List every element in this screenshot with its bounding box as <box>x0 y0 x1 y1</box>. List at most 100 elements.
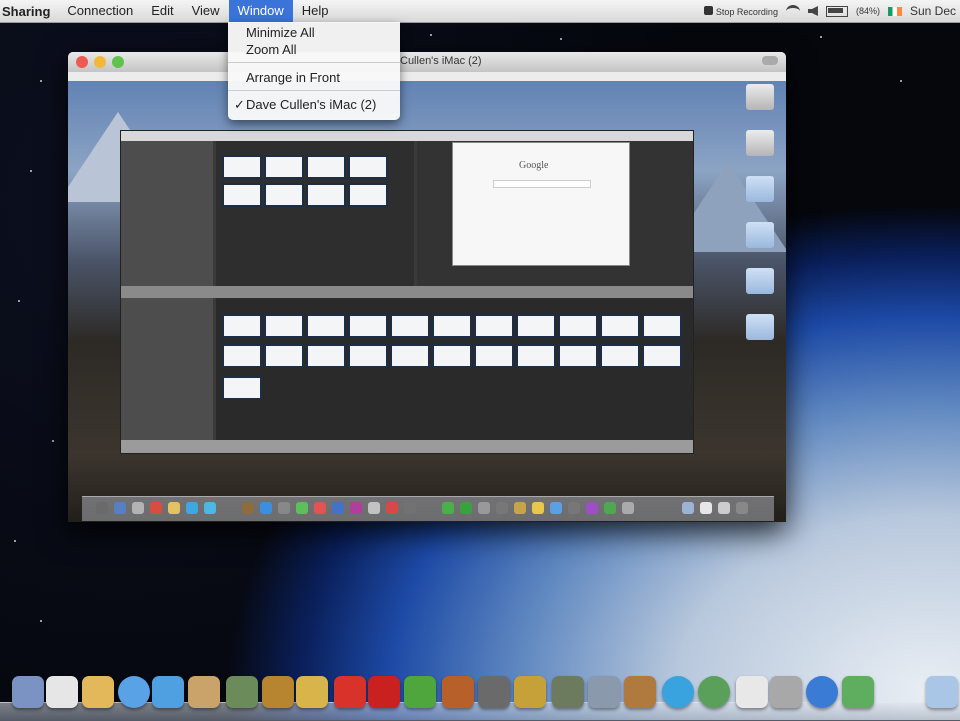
skype-icon[interactable] <box>662 676 694 708</box>
clip-thumbnail[interactable] <box>642 344 682 368</box>
stop-recording-item[interactable]: Stop Recording <box>703 5 778 17</box>
battery-icon[interactable] <box>825 5 848 17</box>
clip-thumbnail[interactable] <box>222 344 262 368</box>
clip-thumbnail[interactable] <box>222 183 262 207</box>
app-icon[interactable] <box>386 502 398 514</box>
imovie-titlebar[interactable] <box>121 131 693 141</box>
clip-thumbnail[interactable] <box>558 344 598 368</box>
ical-icon[interactable] <box>46 676 78 708</box>
clip-thumbnail[interactable] <box>348 155 388 179</box>
app-icon[interactable] <box>568 502 580 514</box>
clip-thumbnail[interactable] <box>600 344 640 368</box>
project-library[interactable] <box>121 141 213 286</box>
document-icon[interactable] <box>700 502 712 514</box>
menu-item-zoom-all[interactable]: Zoom All <box>246 42 297 57</box>
folder-icon[interactable] <box>682 502 694 514</box>
finder-icon[interactable] <box>96 502 108 514</box>
remote-screen[interactable]: Google <box>68 72 786 522</box>
app-icon[interactable] <box>514 502 526 514</box>
project-browser[interactable] <box>216 141 414 286</box>
paper-icon[interactable] <box>736 676 768 708</box>
app-icon[interactable] <box>314 502 326 514</box>
chart-icon[interactable] <box>842 676 874 708</box>
app-icon[interactable] <box>186 502 198 514</box>
folder-icon[interactable] <box>746 176 774 202</box>
clip-thumbnail[interactable] <box>558 314 598 338</box>
clip-thumbnail[interactable] <box>348 183 388 207</box>
notes-icon[interactable] <box>82 676 114 708</box>
app-icon[interactable] <box>550 502 562 514</box>
quake-icon[interactable] <box>442 676 474 708</box>
clip-thumbnail[interactable] <box>264 344 304 368</box>
network-icon[interactable] <box>226 676 258 708</box>
clip-thumbnail[interactable] <box>222 314 262 338</box>
clip-thumbnail[interactable] <box>600 314 640 338</box>
clip-thumbnail[interactable] <box>390 344 430 368</box>
red-book-icon[interactable] <box>334 676 366 708</box>
app-icon[interactable] <box>404 502 416 514</box>
clip-thumbnail[interactable] <box>432 314 472 338</box>
document-icon[interactable] <box>718 502 730 514</box>
quicktime-icon[interactable] <box>806 676 838 708</box>
clip-thumbnail[interactable] <box>348 314 388 338</box>
menu-item-arrange-in-front[interactable]: Arrange in Front <box>246 70 340 85</box>
event-library[interactable] <box>121 298 213 440</box>
clip-thumbnail[interactable] <box>516 314 556 338</box>
app-icon[interactable] <box>168 502 180 514</box>
app-icon[interactable] <box>604 502 616 514</box>
zoom-button[interactable] <box>112 56 124 68</box>
game-icon[interactable] <box>514 676 546 708</box>
garageband-icon[interactable] <box>262 676 294 708</box>
menu-view[interactable]: View <box>183 0 229 22</box>
app-icon[interactable] <box>460 502 472 514</box>
toolbar-toggle-button[interactable] <box>762 56 778 65</box>
app-icon[interactable] <box>622 502 634 514</box>
app-icon[interactable] <box>204 502 216 514</box>
google-search-input[interactable] <box>493 180 591 188</box>
bag-icon[interactable] <box>624 676 656 708</box>
clip-thumbnail[interactable] <box>348 344 388 368</box>
app-icon[interactable] <box>332 502 344 514</box>
menu-item-minimize-all[interactable]: Minimize All <box>246 25 315 40</box>
clip-thumbnail[interactable] <box>264 155 304 179</box>
clip-thumbnail[interactable] <box>264 314 304 338</box>
clip-thumbnail[interactable] <box>306 314 346 338</box>
disk-icon[interactable] <box>478 676 510 708</box>
app-icon[interactable] <box>368 502 380 514</box>
window-titlebar[interactable]: Cullen's iMac (2) <box>68 52 786 72</box>
app-icon[interactable] <box>260 502 272 514</box>
clip-thumbnail[interactable] <box>264 183 304 207</box>
app-icon[interactable] <box>242 502 254 514</box>
hard-disk-icon[interactable] <box>746 130 774 156</box>
app-icon[interactable] <box>586 502 598 514</box>
folder-icon[interactable] <box>746 268 774 294</box>
folder-icon[interactable] <box>926 676 958 708</box>
menu-connection[interactable]: Connection <box>58 0 142 22</box>
imovie-toolbar[interactable] <box>121 286 693 298</box>
screen-icon[interactable] <box>552 676 584 708</box>
app-icon[interactable] <box>442 502 454 514</box>
clip-thumbnail[interactable] <box>474 344 514 368</box>
wifi-icon[interactable] <box>785 4 800 18</box>
pencil-icon[interactable] <box>296 676 328 708</box>
red-app-icon[interactable] <box>368 676 400 708</box>
menu-edit[interactable]: Edit <box>142 0 182 22</box>
volume-icon[interactable] <box>807 6 818 16</box>
globe-icon[interactable] <box>698 676 730 708</box>
menu-item-remote-window[interactable]: Dave Cullen's iMac (2) <box>246 97 376 112</box>
utility-icon[interactable] <box>770 676 802 708</box>
app-icon[interactable] <box>296 502 308 514</box>
app-icon[interactable] <box>496 502 508 514</box>
utorrent-icon[interactable] <box>404 676 436 708</box>
app-icon[interactable] <box>132 502 144 514</box>
app-icon[interactable] <box>150 502 162 514</box>
photo-icon[interactable] <box>188 676 220 708</box>
clip-thumbnail[interactable] <box>306 155 346 179</box>
menu-window[interactable]: Window <box>228 0 293 22</box>
clock[interactable]: Sun Dec <box>910 4 956 18</box>
minimize-button[interactable] <box>94 56 106 68</box>
clip-thumbnail[interactable] <box>390 314 430 338</box>
trash-icon[interactable] <box>736 502 748 514</box>
app-menu[interactable]: Sharing <box>2 4 50 19</box>
preview-icon[interactable] <box>12 676 44 708</box>
